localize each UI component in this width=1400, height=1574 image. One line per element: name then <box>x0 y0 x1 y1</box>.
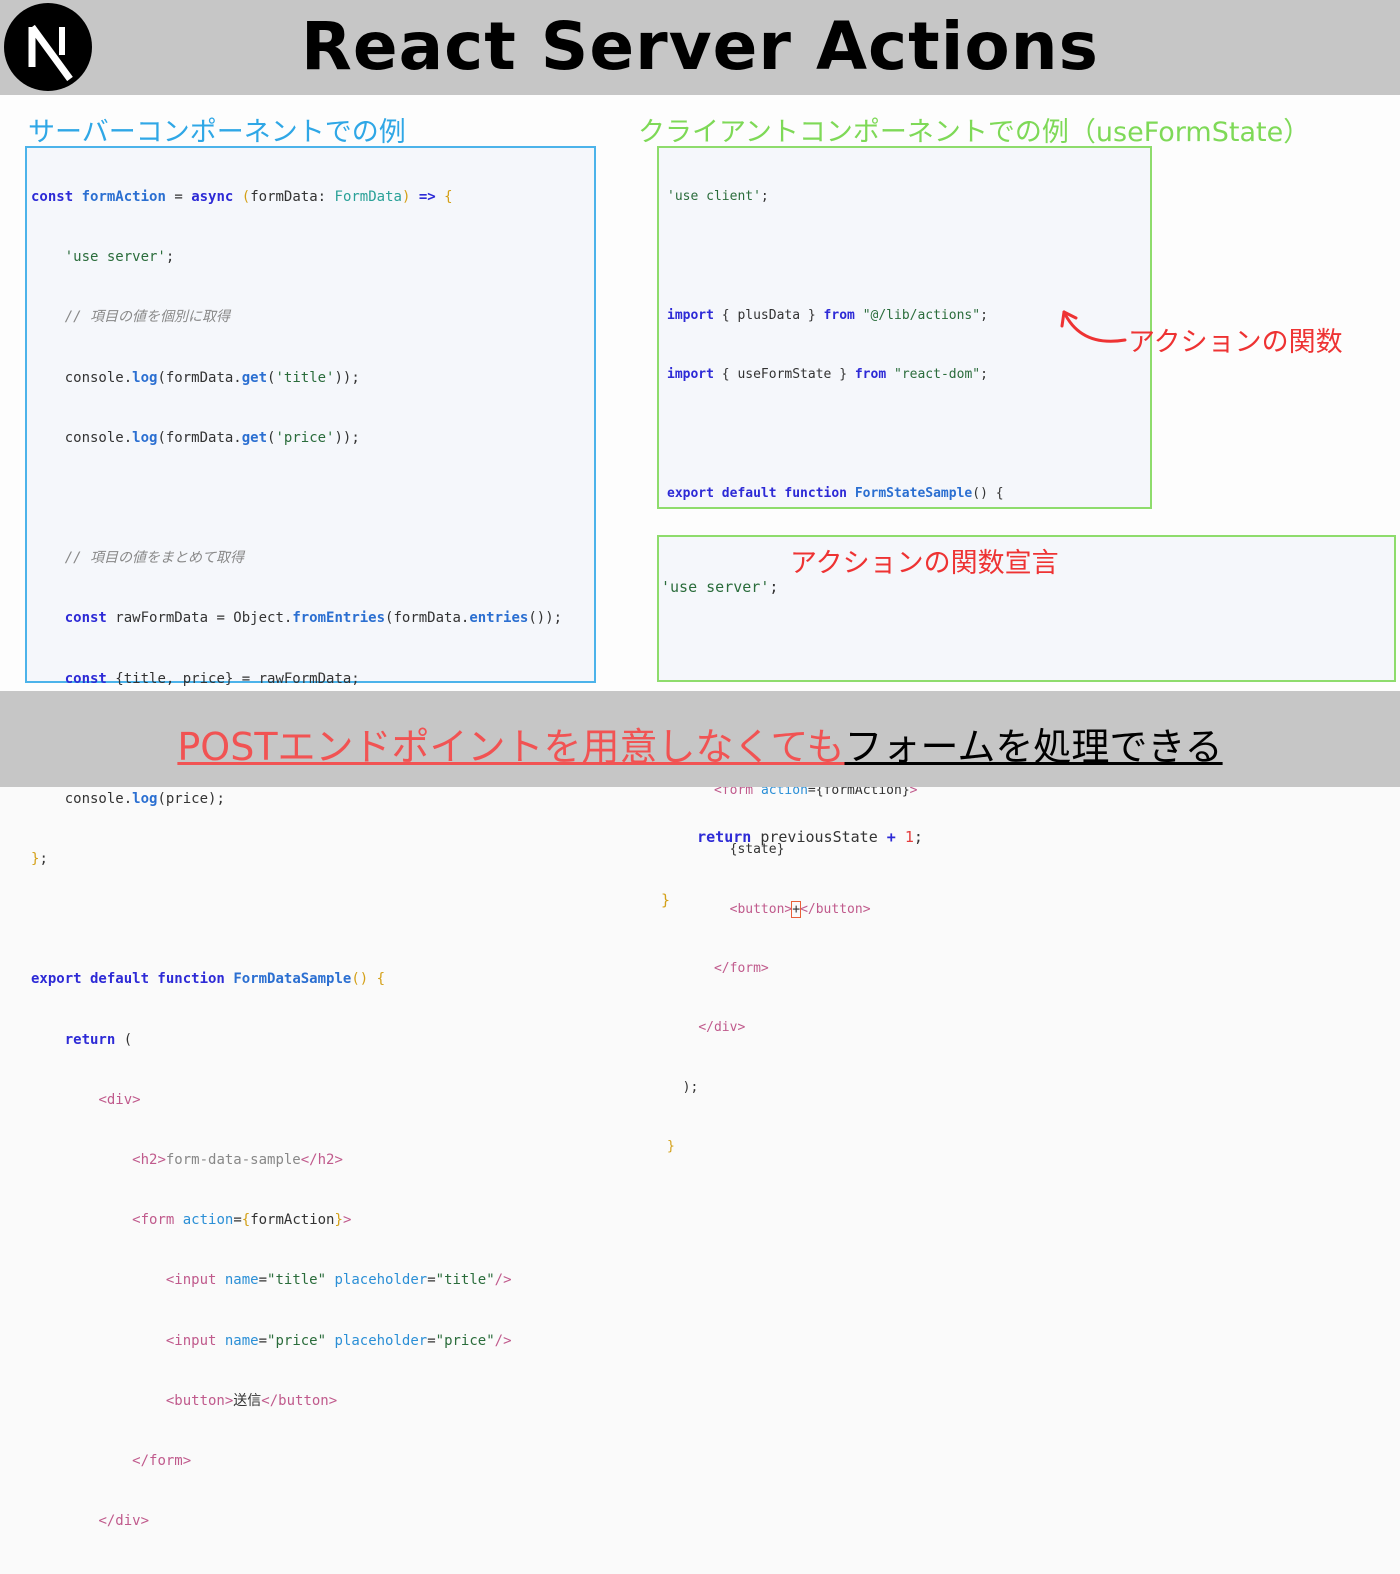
footer-tagline: POSTエンドポイントを用意しなくてもフォームを処理できる <box>0 716 1400 771</box>
arrow-annotation-icon <box>1060 310 1127 343</box>
left-section-title: サーバーコンポーネントでの例 <box>28 117 406 148</box>
code-line: </form> <box>132 1452 192 1469</box>
server-component-code: const formAction = async (formData: Form… <box>31 148 562 1574</box>
server-component-code-panel: const formAction = async (formData: Form… <box>25 146 596 1574</box>
page-title: React Server Actions <box>301 8 1099 85</box>
code-line: <button>送信</button> <box>165 1392 338 1409</box>
right-section-title: クライアントコンポーネントでの例（useFormState） <box>638 117 1311 148</box>
code-line: <input name="price" placeholder="price"/… <box>165 1332 512 1349</box>
code-line: export default function FormDataSample()… <box>31 971 386 988</box>
code-line: } <box>661 890 671 909</box>
code-line: ); <box>667 1079 699 1095</box>
code-line: console.log(price); <box>31 790 225 807</box>
code-line: 'use client'; <box>667 189 769 204</box>
code-line: console.log(formData.get('title')); <box>31 369 360 386</box>
code-line: import { plusData } from "@/lib/actions"… <box>667 307 988 323</box>
code-line: <div> <box>98 1091 141 1108</box>
code-line: export default function FormStateSample(… <box>667 485 1004 501</box>
code-line: </div> <box>698 1020 746 1036</box>
code-line: const rawFormData = Object.fromEntries(f… <box>64 610 563 627</box>
code-line: return previousState + 1; <box>697 828 923 846</box>
code-line: const formAction = async (formData: Form… <box>31 189 453 205</box>
tagline-red-text: POSTエンドポイントを用意しなくても <box>177 725 845 769</box>
code-line: // 項目の値を個別に取得 <box>64 309 231 326</box>
code-line: <h2>form-data-sample</h2> <box>132 1152 343 1168</box>
code-line: <form action={formAction}> <box>132 1212 352 1229</box>
tagline-black-text: フォームを処理できる <box>844 725 1223 769</box>
code-line: 'use server'; <box>64 249 175 266</box>
action-declaration-annotation: アクションの関数宣言 <box>790 548 1059 579</box>
code-line: return ( <box>64 1031 133 1048</box>
code-line: const {title, price} = rawFormData; <box>64 670 360 687</box>
code-line: import { useFormState } from "react-dom"… <box>667 367 988 383</box>
code-line: ); <box>31 1570 562 1574</box>
action-function-annotation: アクションの関数 <box>1128 327 1343 358</box>
code-line: } <box>667 1139 675 1155</box>
code-line: </div> <box>98 1513 150 1530</box>
code-line: console.log(formData.get('price')); <box>31 429 360 446</box>
code-line: // 項目の値をまとめて取得 <box>64 550 245 567</box>
code-line: </form> <box>713 961 769 977</box>
code-line: }; <box>31 851 48 868</box>
code-line: <input name="title" placeholder="title"/… <box>165 1272 512 1289</box>
